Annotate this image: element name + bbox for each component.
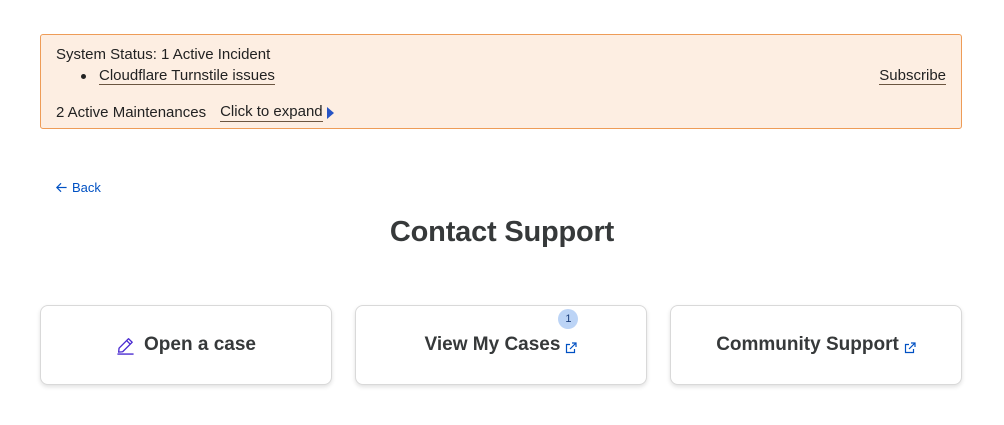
case-count-badge: 1 xyxy=(558,309,579,329)
open-case-button[interactable]: Open a case xyxy=(40,305,332,385)
list-item: Cloudflare Turnstile issues xyxy=(81,67,275,85)
incident-list: Cloudflare Turnstile issues xyxy=(81,67,275,85)
back-label: Back xyxy=(72,180,101,195)
incident-link[interactable]: Cloudflare Turnstile issues xyxy=(99,67,275,85)
arrow-left-icon xyxy=(56,182,67,193)
open-case-label: Open a case xyxy=(144,334,256,355)
bullet-icon xyxy=(81,74,86,79)
expand-link[interactable]: Click to expand xyxy=(220,103,323,122)
status-title: System Status: 1 Active Incident xyxy=(56,46,271,63)
system-status-banner: System Status: 1 Active Incident Cloudfl… xyxy=(40,34,962,129)
external-link-icon xyxy=(904,341,916,353)
community-support-label: Community Support xyxy=(716,334,899,355)
view-cases-label: View My Cases xyxy=(424,334,561,355)
community-support-button[interactable]: Community Support xyxy=(670,305,962,385)
view-my-cases-button[interactable]: View My Cases 1 xyxy=(355,305,647,385)
caret-right-icon xyxy=(326,106,334,119)
page: System Status: 1 Active Incident Cloudfl… xyxy=(0,0,1004,425)
expand-toggle[interactable]: Click to expand xyxy=(220,103,334,122)
external-link-icon xyxy=(566,341,578,353)
subscribe-link[interactable]: Subscribe xyxy=(879,67,946,85)
page-title: Contact Support xyxy=(389,216,615,248)
pencil-icon xyxy=(117,337,134,355)
maintenances-count: 2 Active Maintenances xyxy=(56,103,207,121)
back-link[interactable]: Back xyxy=(55,180,101,195)
maintenances-row: 2 Active Maintenances Click to expand xyxy=(56,103,334,122)
